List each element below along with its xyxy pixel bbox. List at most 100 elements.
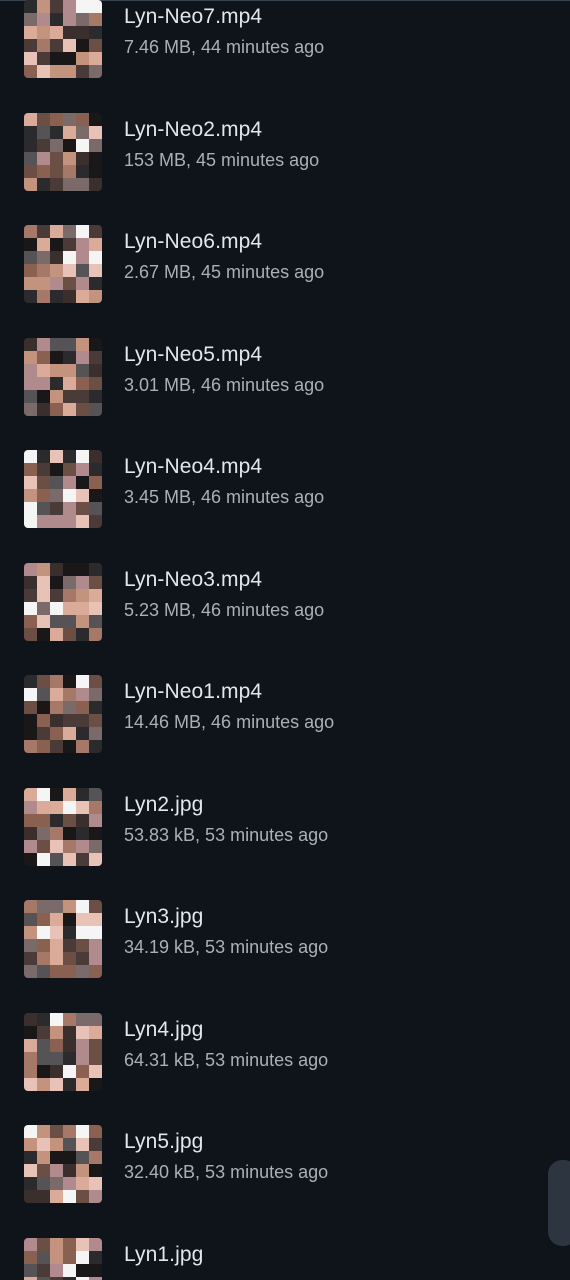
thumbnail-pixel [63, 450, 76, 463]
video-thumbnail-icon [24, 450, 102, 528]
thumbnail-pixel [76, 614, 89, 628]
thumbnail-pixel [24, 1237, 37, 1251]
thumbnail-pixel [24, 787, 37, 801]
image-thumbnail-icon [24, 1012, 102, 1091]
thumbnail-pixel [89, 688, 102, 701]
thumbnail-pixel [37, 562, 50, 576]
file-row[interactable]: Lyn4.jpg 64.31 kB, 53 minutes ago [0, 973, 570, 1091]
thumbnail-pixel [24, 112, 37, 126]
thumbnail-pixel [24, 926, 37, 939]
thumbnail-pixel [63, 1237, 76, 1251]
thumbnail-pixel [89, 1250, 102, 1264]
thumbnail-pixel [63, 800, 76, 814]
thumbnail-pixel [63, 839, 76, 853]
file-row[interactable]: Lyn-Neo3.mp4 5.23 MB, 46 minutes ago [0, 523, 570, 641]
thumbnail-pixel [50, 1125, 63, 1138]
thumbnail-pixel [89, 1025, 102, 1039]
file-row[interactable]: Lyn-Neo2.mp4 153 MB, 45 minutes ago [0, 73, 570, 191]
thumbnail-pixel [63, 701, 76, 714]
thumbnail-pixel [89, 800, 102, 814]
thumbnail-pixel [24, 164, 37, 178]
thumbnail-pixel [89, 151, 102, 165]
file-row[interactable]: Lyn-Neo5.mp4 3.01 MB, 46 minutes ago [0, 298, 570, 416]
thumbnail-pixel [76, 0, 89, 13]
thumbnail-pixel [76, 575, 89, 589]
thumbnail-pixel [24, 26, 37, 39]
file-row[interactable]: Lyn3.jpg 34.19 kB, 53 minutes ago [0, 860, 570, 978]
thumbnail-pixel [37, 1276, 50, 1280]
thumbnail-pixel [50, 125, 63, 139]
thumbnail-pixel [76, 939, 89, 952]
thumbnail-pixel [37, 926, 50, 939]
thumbnail-pixel [63, 1125, 76, 1138]
file-row[interactable]: Lyn-Neo6.mp4 2.67 MB, 45 minutes ago [0, 185, 570, 303]
thumbnail-pixel [37, 1012, 50, 1026]
thumbnail-pixel [63, 264, 76, 277]
file-meta: 14.46 MB, 46 minutes ago [124, 712, 335, 732]
thumbnail-pixel [76, 476, 89, 489]
thumbnail-pixel [89, 112, 102, 126]
thumbnail-pixel [50, 926, 63, 939]
thumbnail-pixel [76, 112, 89, 126]
file-manager-screen: Lyn-Neo7.mp4 7.46 MB, 44 minutes ago Lyn… [0, 0, 570, 1280]
thumbnail-pixel [50, 463, 63, 476]
thumbnail-pixel [89, 389, 102, 403]
thumbnail-pixel [37, 1025, 50, 1039]
thumbnail-pixel [37, 52, 50, 65]
thumbnail-pixel [24, 614, 37, 628]
file-name: Lyn-Neo4.mp4 [124, 455, 263, 478]
thumbnail-pixel [37, 601, 50, 615]
file-row[interactable]: Lyn-Neo1.mp4 14.46 MB, 46 minutes ago [0, 635, 570, 753]
thumbnail-pixel [89, 926, 102, 939]
video-thumbnail-icon [24, 337, 102, 416]
thumbnail-pixel [89, 813, 102, 827]
thumbnail-pixel [89, 1276, 102, 1280]
thumbnail-pixel [24, 601, 37, 615]
thumbnail-pixel [50, 1064, 63, 1078]
thumbnail-pixel [63, 952, 76, 965]
thumbnail-pixel [37, 350, 50, 364]
thumbnail-pixel [37, 164, 50, 178]
file-row[interactable]: Lyn2.jpg 53.83 kB, 53 minutes ago [0, 748, 570, 866]
thumbnail-pixel [37, 1164, 50, 1177]
thumbnail-pixel [24, 476, 37, 489]
thumbnail-pixel [63, 151, 76, 165]
thumbnail-pixel [24, 1276, 37, 1280]
thumbnail-pixel [89, 701, 102, 714]
thumbnail-pixel [24, 562, 37, 576]
image-thumbnail-icon [24, 1125, 102, 1203]
thumbnail-pixel [50, 952, 63, 965]
file-meta: 3.01 MB, 46 minutes ago [124, 374, 325, 395]
thumbnail-pixel [89, 913, 102, 926]
thumbnail-pixel [89, 1125, 102, 1138]
thumbnail-pixel [50, 614, 63, 628]
thumbnail-pixel [50, 350, 63, 364]
thumbnail-pixel [76, 1012, 89, 1026]
thumbnail-pixel [50, 277, 63, 290]
thumbnail-pixel [50, 1138, 63, 1151]
file-row[interactable]: Lyn1.jpg [0, 1198, 570, 1280]
thumbnail-pixel [24, 1025, 37, 1039]
thumbnail-pixel [76, 952, 89, 965]
thumbnail-pixel [50, 839, 63, 853]
fast-scroll-handle[interactable] [548, 1160, 570, 1246]
file-row[interactable]: Lyn5.jpg 32.40 kB, 53 minutes ago [0, 1085, 570, 1203]
thumbnail-pixel [37, 939, 50, 952]
thumbnail-pixel [63, 1164, 76, 1177]
thumbnail-pixel [63, 727, 76, 740]
thumbnail-pixel [89, 164, 102, 178]
thumbnail-pixel [24, 588, 37, 602]
thumbnail-pixel [76, 251, 89, 264]
file-row[interactable]: Lyn-Neo7.mp4 7.46 MB, 44 minutes ago [0, 0, 570, 78]
thumbnail-pixel [24, 952, 37, 965]
thumbnail-pixel [76, 363, 89, 377]
thumbnail-pixel [89, 26, 102, 39]
thumbnail-pixel [76, 1025, 89, 1039]
thumbnail-pixel [89, 225, 102, 238]
thumbnail-pixel [24, 813, 37, 827]
file-row[interactable]: Lyn-Neo4.mp4 3.45 MB, 46 minutes ago [0, 410, 570, 528]
file-name: Lyn-Neo3.mp4 [124, 567, 263, 591]
thumbnail-pixel [37, 1177, 50, 1190]
thumbnail-pixel [76, 900, 89, 913]
thumbnail-pixel [89, 13, 102, 26]
